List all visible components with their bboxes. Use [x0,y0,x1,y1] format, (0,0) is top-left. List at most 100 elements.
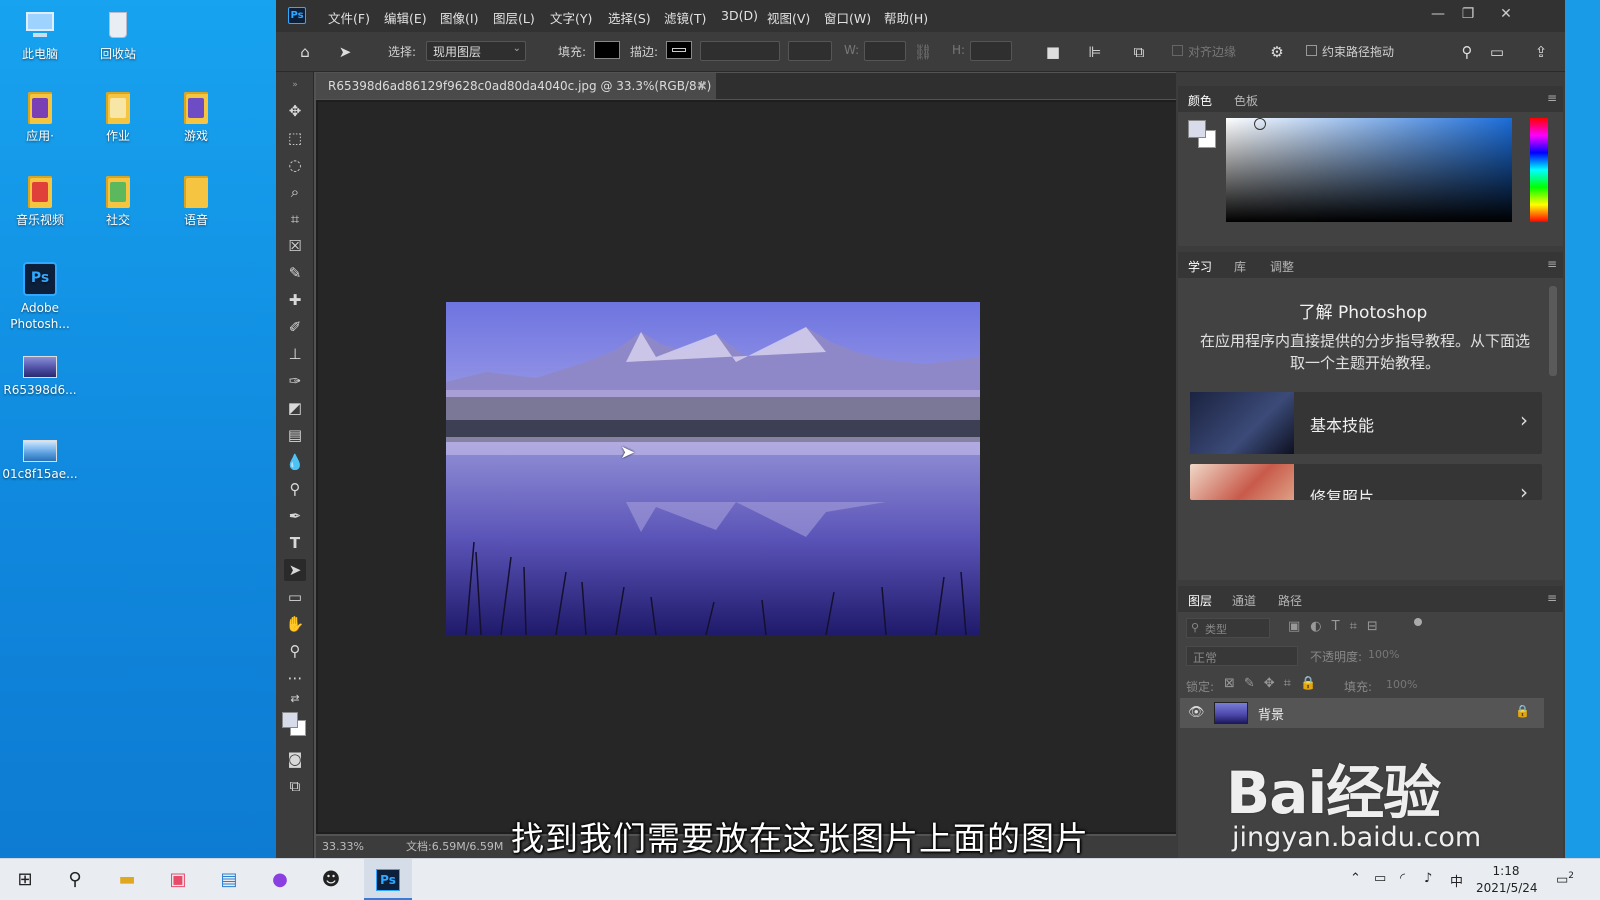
tab-adjustments-full[interactable]: 调整 [1270,258,1294,275]
layer-row[interactable]: 👁 背景 🔒 [1180,698,1544,728]
stroke-width-field[interactable] [700,41,780,61]
volume-icon[interactable]: ♪ [1424,871,1432,886]
gear-icon[interactable]: ⚙ [1266,41,1288,63]
learn-card-basic-skills[interactable]: 基本技能 › [1190,392,1542,454]
fill-swatch[interactable] [594,41,620,59]
layer-filter-icons[interactable]: ▣◐T⌗⊟ [1288,619,1388,634]
menu-window[interactable]: 窗口(W) [824,8,871,27]
start-icon[interactable]: ⊞ [10,865,40,895]
search-icon[interactable]: ⚲ [1456,41,1478,63]
swap-colors-icon[interactable]: ⇄ [284,688,306,710]
hand-tool-icon[interactable]: ✋ [284,613,306,635]
learn-scrollbar[interactable] [1549,286,1557,376]
filter-toggle-icon[interactable] [1414,618,1422,626]
share-icon[interactable]: ⇪ [1530,41,1552,63]
quick-select-tool-icon[interactable]: ⌕ [284,181,306,203]
battery-icon[interactable]: ▭ [1374,871,1386,886]
quick-mask-icon[interactable]: ◙ [284,748,306,770]
desktop-icon-image-2[interactable]: 01c8f15ae... [2,432,78,482]
path-operations-icon[interactable]: ■ [1042,41,1064,63]
minimize-button[interactable]: — [1424,4,1452,24]
home-icon[interactable]: ⌂ [294,41,316,63]
desktop-icon-photoshop[interactable]: Ps Adobe Photosh... [2,262,78,332]
hue-slider[interactable] [1530,118,1548,222]
news-icon[interactable]: ▤ [214,865,244,895]
desktop-icon-this-pc[interactable]: 此电脑 [2,8,78,62]
close-window-button[interactable]: ✕ [1492,4,1520,24]
desktop-icon-music-video[interactable]: 音乐视频 [2,176,78,228]
color-picker-handle[interactable] [1254,118,1266,130]
menu-filter[interactable]: 滤镜(T) [664,8,706,27]
tab-libraries-full[interactable]: 库 [1234,258,1246,275]
more-tools-icon[interactable]: ⋯ [284,667,306,689]
path-alignment-icon[interactable]: ⊫ [1084,41,1106,63]
video-app-icon[interactable]: ▣ [163,865,193,895]
fg-bg-color-icon[interactable] [1188,120,1218,150]
menu-type[interactable]: 文字(Y) [550,8,592,27]
desktop-icon-social[interactable]: 社交 [80,176,156,228]
blend-mode-dropdown[interactable]: 正常 [1186,646,1298,666]
dodge-tool-icon[interactable]: ⚲ [284,478,306,500]
stroke-type-dropdown[interactable] [788,41,832,61]
path-select-tool-icon[interactable]: ➤ [334,41,356,63]
constrain-path-checkbox[interactable] [1306,45,1317,56]
gradient-tool-icon[interactable]: ▤ [284,424,306,446]
chevron-up-icon[interactable]: ⌃ [1350,871,1361,886]
brush-tool-icon[interactable]: ✐ [284,316,306,338]
menu-edit[interactable]: 编辑(E) [384,8,427,27]
maximize-button[interactable]: ❐ [1454,4,1482,24]
desktop-icon-games[interactable]: 游戏 [158,92,234,144]
search-icon[interactable]: ⚲ [60,865,90,895]
select-dropdown[interactable]: 现用图层 ⌄ [426,41,526,61]
blur-tool-icon[interactable]: 💧 [284,451,306,473]
workspace-icon[interactable]: ▭ [1486,41,1508,63]
lock-icons[interactable]: ⊠✎✥⌗🔒 [1224,676,1325,691]
tab-layers-full[interactable]: 图层 [1188,592,1212,609]
wifi-icon[interactable]: ◜ [1400,871,1405,886]
link-icon[interactable]: ⛓ [912,41,934,63]
panel-menu-icon[interactable]: ≡ [1547,591,1557,605]
type-tool-icon[interactable]: T [284,532,306,554]
frame-tool-icon[interactable]: ☒ [284,235,306,257]
desktop-icon-homework[interactable]: 作业 [80,92,156,144]
zoom-tool-icon[interactable]: ⚲ [284,640,306,662]
layer-filter-dropdown[interactable]: ⚲ 类型 [1186,618,1270,638]
eraser-tool-icon[interactable]: ◩ [284,397,306,419]
panel-menu-icon[interactable]: ≡ [1547,257,1557,271]
tab-paths-full[interactable]: 路径 [1278,592,1302,609]
crop-tool-icon[interactable]: ⌗ [284,208,306,230]
ime-indicator[interactable]: 中 [1450,871,1463,890]
height-field[interactable] [970,41,1012,61]
notification-icon[interactable]: ▭2 [1556,871,1574,887]
stroke-swatch[interactable] [666,41,692,59]
eye-icon[interactable]: 👁 [1188,705,1205,720]
learn-card-repair-photos[interactable]: 修复照片 › [1190,464,1542,500]
eyedropper-tool-icon[interactable]: ✎ [284,262,306,284]
width-field[interactable] [864,41,906,61]
tab-channels-full[interactable]: 通道 [1232,592,1256,609]
qq-icon[interactable]: ☻ [316,865,346,895]
history-brush-tool-icon[interactable]: ✑ [284,370,306,392]
collapse-icon[interactable]: » [284,74,306,96]
marquee-tool-icon[interactable]: ⬚ [284,127,306,149]
align-edges-checkbox[interactable] [1172,45,1183,56]
desktop-icon-image-1[interactable]: R65398d6... [2,348,78,398]
pen-tool-icon[interactable]: ✒ [284,505,306,527]
desktop-icon-apps[interactable]: 应用· [2,92,78,144]
menu-help[interactable]: 帮助(H) [884,8,928,27]
menu-image[interactable]: 图像(I) [440,8,478,27]
voice-icon[interactable]: ● [265,865,295,895]
screen-mode-icon[interactable]: ⧉ [284,775,306,797]
menu-3d[interactable]: 3D(D) [721,8,758,23]
menu-layer[interactable]: 图层(L) [493,8,535,27]
desktop-icon-recycle-bin[interactable]: 回收站 [80,8,156,62]
menu-view[interactable]: 视图(V) [767,8,810,27]
clock[interactable]: 1:18 2021/5/24 [1476,863,1538,897]
file-explorer-icon[interactable]: ▬ [112,865,142,895]
document-tab[interactable]: R65398d6ad86129f9628c0ad80da4040c.jpg @ … [316,73,716,99]
panel-menu-icon[interactable]: ≡ [1547,91,1557,105]
document-image[interactable] [446,302,980,635]
menu-file[interactable]: 文件(F) [328,8,370,27]
lasso-tool-icon[interactable]: ◌ [284,154,306,176]
color-field[interactable] [1226,118,1512,222]
